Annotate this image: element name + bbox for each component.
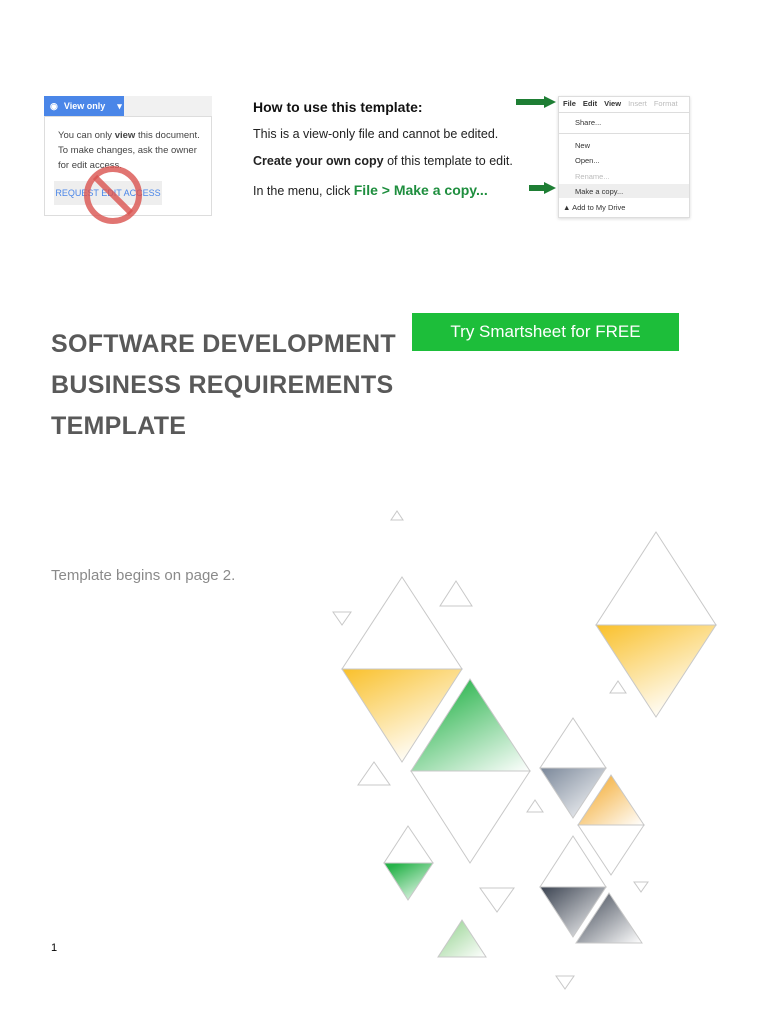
yellow-triangle — [595, 624, 717, 718]
light-green-triangle — [437, 919, 487, 958]
document-page: ◉ View only ▾ You can only view this doc… — [0, 0, 768, 1024]
triangle-decoration — [332, 510, 717, 990]
green-triangle — [383, 862, 434, 901]
